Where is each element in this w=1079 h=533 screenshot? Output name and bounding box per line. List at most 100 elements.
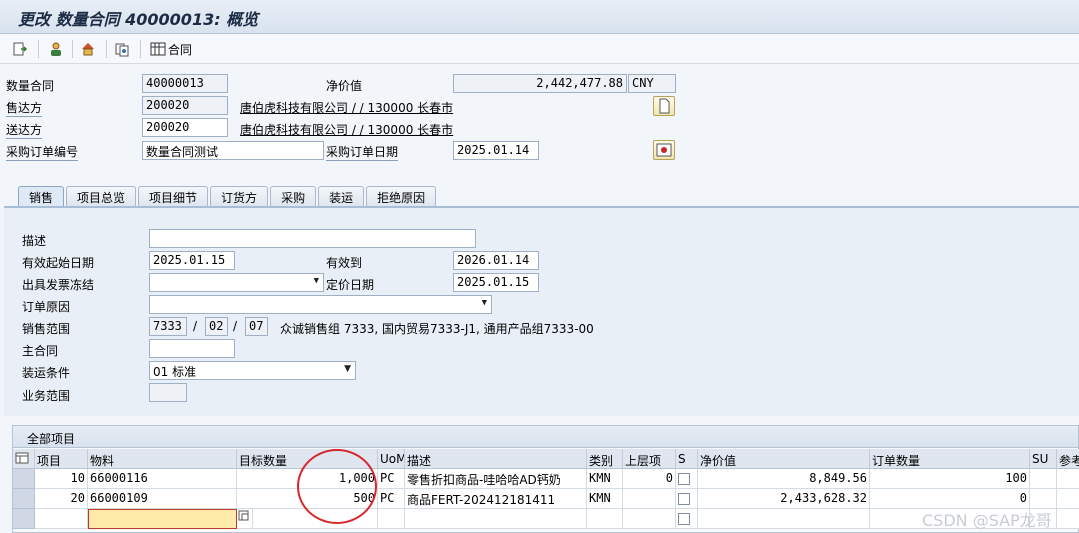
value-help-button[interactable] bbox=[237, 509, 253, 529]
table-row-s-checkbox[interactable] bbox=[676, 509, 698, 529]
select-all-column-icon[interactable] bbox=[13, 449, 35, 469]
table-row-uom[interactable] bbox=[378, 509, 405, 529]
contract-no-label: 数量合同 bbox=[6, 79, 55, 93]
table-row-reference[interactable] bbox=[1057, 509, 1079, 529]
annotation-circle bbox=[297, 449, 377, 524]
table-row-higher-item[interactable] bbox=[623, 489, 676, 509]
table-row-uom[interactable]: PC bbox=[378, 489, 405, 509]
col-order-qty[interactable]: 订单数量 bbox=[870, 449, 1030, 469]
material-input[interactable] bbox=[88, 509, 237, 529]
table-row-higher-item[interactable]: 0 bbox=[623, 469, 676, 489]
table-row-net-value[interactable] bbox=[698, 509, 870, 529]
table-row-higher-item[interactable] bbox=[623, 509, 676, 529]
partner-button[interactable] bbox=[48, 40, 64, 58]
sold-to-description[interactable]: 唐伯虎科技有限公司 / / 130000 长春市 bbox=[240, 99, 453, 116]
col-item[interactable]: 项目 bbox=[35, 449, 88, 469]
col-net-value[interactable]: 净价值 bbox=[698, 449, 870, 469]
order-reason-dropdown[interactable] bbox=[149, 295, 492, 314]
header-button[interactable] bbox=[80, 40, 96, 58]
table-row-category[interactable]: KMN bbox=[587, 489, 623, 509]
table-row-item[interactable]: 10 bbox=[35, 469, 88, 489]
sales-area-description: 众诚销售组 7333, 国内贸易7333-J1, 通用产品组7333-00 bbox=[280, 322, 594, 336]
master-contract-label: 主合同 bbox=[22, 344, 59, 358]
tab-procurement[interactable]: 采购 bbox=[270, 186, 317, 207]
sales-org-field: 7333 bbox=[149, 317, 187, 336]
tab-rejection-reason[interactable]: 拒绝原因 bbox=[366, 186, 437, 207]
description-label: 描述 bbox=[22, 234, 47, 248]
document-flow-button[interactable] bbox=[114, 40, 130, 58]
col-uom[interactable]: UoM bbox=[378, 449, 405, 469]
tab-ordering-party[interactable]: 订货方 bbox=[210, 186, 269, 207]
valid-to-field[interactable]: 2026.01.14 bbox=[453, 251, 539, 270]
document-flow-icon bbox=[115, 43, 129, 57]
master-contract-field[interactable] bbox=[149, 339, 235, 358]
table-row-reference[interactable] bbox=[1057, 489, 1079, 509]
document-icon bbox=[659, 98, 670, 114]
table-row-s-checkbox[interactable] bbox=[676, 469, 698, 489]
display-change-button[interactable] bbox=[12, 40, 28, 58]
table-row-reference[interactable] bbox=[1057, 469, 1079, 489]
description-field[interactable] bbox=[149, 229, 476, 248]
display-change-icon bbox=[13, 42, 28, 56]
table-row-category[interactable] bbox=[587, 509, 623, 529]
table-row-item[interactable] bbox=[35, 509, 88, 529]
po-no-field[interactable]: 数量合同测试 bbox=[142, 141, 324, 160]
ship-to-description[interactable]: 唐伯虎科技有限公司 / / 130000 长春市 bbox=[240, 121, 453, 138]
pricing-date-field[interactable]: 2025.01.15 bbox=[453, 273, 539, 292]
col-reference[interactable]: 参考 bbox=[1057, 449, 1079, 469]
tab-item-detail[interactable]: 项目细节 bbox=[138, 186, 209, 207]
table-row-description[interactable] bbox=[405, 509, 587, 529]
valid-from-field[interactable]: 2025.01.15 bbox=[149, 251, 235, 270]
table-row-description[interactable]: 零售折扣商品-哇哈哈AD钙奶 bbox=[405, 469, 587, 489]
valid-from-label: 有效起始日期 bbox=[22, 256, 95, 270]
table-row-order-qty[interactable]: 100 bbox=[870, 469, 1030, 489]
sold-to-label: 售达方 bbox=[6, 101, 43, 117]
row-selector[interactable] bbox=[13, 489, 35, 509]
table-row-su[interactable] bbox=[1030, 489, 1057, 509]
col-material[interactable]: 物料 bbox=[88, 449, 237, 469]
table-row-order-qty[interactable]: 0 bbox=[870, 489, 1030, 509]
table-row-material[interactable]: 66000109 bbox=[88, 489, 237, 509]
table-caption: 全部项目 bbox=[27, 432, 76, 446]
net-value-label: 净价值 bbox=[326, 79, 363, 93]
table-row-s-checkbox[interactable] bbox=[676, 489, 698, 509]
row-selector[interactable] bbox=[13, 469, 35, 489]
table-row-uom[interactable]: PC bbox=[378, 469, 405, 489]
tab-item-overview[interactable]: 项目总览 bbox=[66, 186, 137, 207]
table-row-material[interactable]: 66000116 bbox=[88, 469, 237, 489]
col-higher-item[interactable]: 上层项 bbox=[623, 449, 676, 469]
contract-button[interactable]: 合同 bbox=[150, 40, 192, 58]
sales-area-label: 销售范围 bbox=[22, 322, 71, 336]
col-su[interactable]: SU bbox=[1030, 449, 1057, 469]
currency-field: CNY bbox=[628, 74, 676, 93]
table-row-description[interactable]: 商品FERT-202412181411 bbox=[405, 489, 587, 509]
col-s[interactable]: S bbox=[676, 449, 698, 469]
contract-grid-icon bbox=[150, 42, 166, 56]
contract-button-label: 合同 bbox=[168, 42, 193, 57]
watermark: CSDN @SAP龙哥 bbox=[922, 511, 1052, 530]
value-help-icon bbox=[238, 510, 249, 521]
table-row-su[interactable] bbox=[1030, 469, 1057, 489]
row-selector[interactable] bbox=[13, 509, 35, 529]
shipping-conditions-dropdown[interactable]: 01 标准 bbox=[149, 361, 356, 380]
ship-to-field[interactable]: 200020 bbox=[142, 118, 228, 137]
document-button[interactable] bbox=[653, 96, 675, 116]
edit-details-button[interactable] bbox=[653, 140, 675, 160]
table-row-category[interactable]: KMN bbox=[587, 469, 623, 489]
tab-shipping[interactable]: 装运 bbox=[318, 186, 365, 207]
table-row-net-value[interactable]: 2,433,628.32 bbox=[698, 489, 870, 509]
billing-block-dropdown[interactable] bbox=[149, 273, 324, 292]
po-date-field[interactable]: 2025.01.14 bbox=[453, 141, 539, 160]
col-description[interactable]: 描述 bbox=[405, 449, 587, 469]
page-title: 更改 数量合同 40000013: 概览 bbox=[18, 10, 259, 29]
contract-no-field: 40000013 bbox=[142, 74, 228, 93]
ship-to-label: 送达方 bbox=[6, 123, 43, 139]
sold-to-field[interactable]: 200020 bbox=[142, 96, 228, 115]
table-row-net-value[interactable]: 8,849.56 bbox=[698, 469, 870, 489]
col-category[interactable]: 类别 bbox=[587, 449, 623, 469]
business-area-label: 业务范围 bbox=[22, 389, 71, 403]
po-no-label: 采购订单编号 bbox=[6, 145, 79, 161]
tab-sales[interactable]: 销售 bbox=[18, 186, 65, 207]
table-row-item[interactable]: 20 bbox=[35, 489, 88, 509]
order-reason-label: 订单原因 bbox=[22, 300, 71, 314]
